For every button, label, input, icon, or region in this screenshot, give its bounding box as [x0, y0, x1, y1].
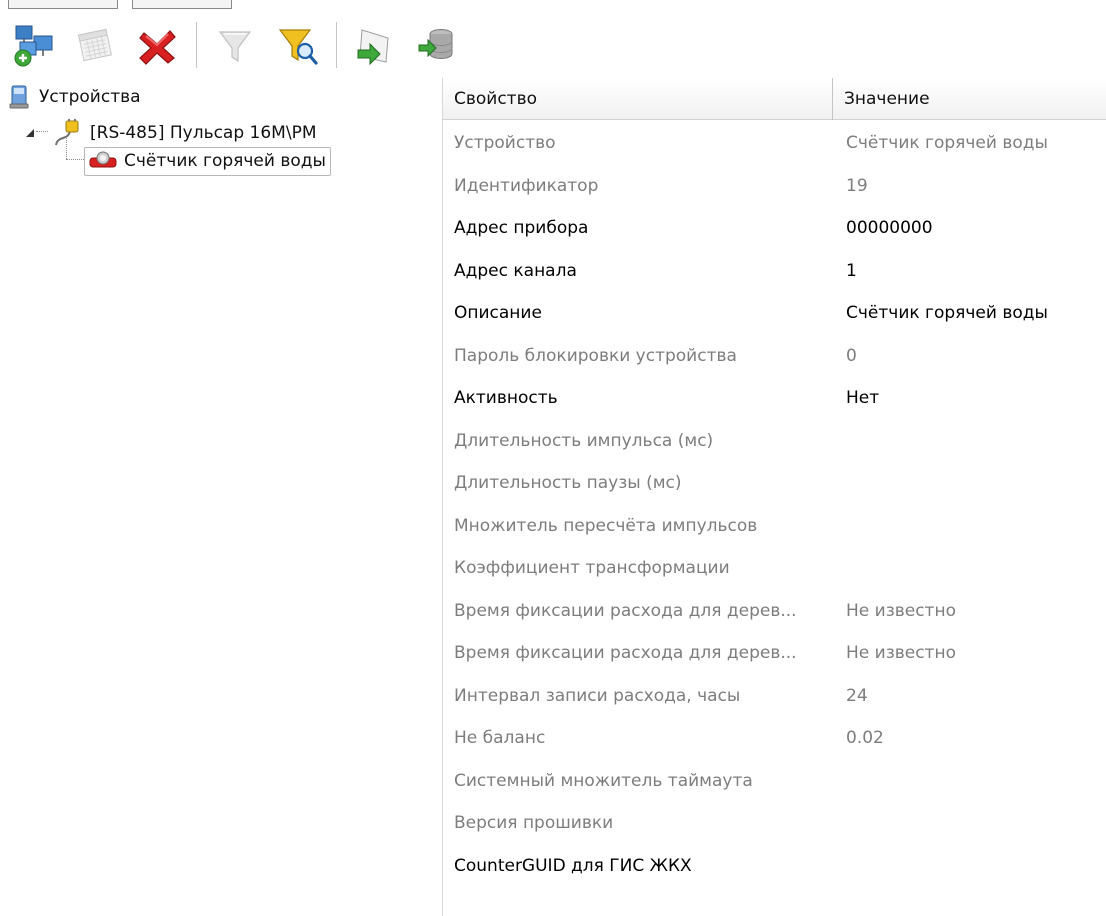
cable-plug-icon: [55, 119, 79, 146]
property-name-cell[interactable]: Активность: [443, 388, 833, 408]
column-header-value[interactable]: Значение: [833, 78, 1106, 120]
property-row[interactable]: Версия прошивки: [443, 802, 1106, 845]
property-row[interactable]: Описание Счётчик горячей воды: [443, 292, 1106, 335]
calendar-button[interactable]: [72, 20, 118, 70]
funnel-icon: [218, 31, 252, 63]
tree-node-pulsar[interactable]: [RS-485] Пульсар 16М\РМ: [24, 119, 317, 147]
property-name-cell[interactable]: Не баланс: [443, 728, 833, 748]
property-row[interactable]: Пароль блокировки устройства 0: [443, 335, 1106, 378]
property-name-cell[interactable]: Интервал записи расхода, часы: [443, 686, 833, 706]
toolbar: [0, 9, 1106, 78]
export-button[interactable]: [350, 20, 396, 70]
property-row[interactable]: Длительность импульса (мс): [443, 420, 1106, 463]
property-name-cell[interactable]: Время фиксации расхода для дерев...: [443, 643, 833, 663]
property-name-cell[interactable]: Множитель пересчёта импульсов: [443, 516, 833, 536]
tree-root-label: Устройства: [39, 87, 141, 107]
property-row[interactable]: Устройство Счётчик горячей воды: [443, 122, 1106, 165]
property-name-cell[interactable]: CounterGUID для ГИС ЖКХ: [443, 856, 833, 876]
property-value-cell[interactable]: 0: [833, 346, 1106, 366]
funnel-magnifier-icon: [278, 29, 318, 65]
property-value-cell[interactable]: 00000000: [833, 218, 1106, 238]
network-add-icon: [14, 25, 53, 67]
property-row[interactable]: Идентификатор 19: [443, 165, 1106, 208]
property-row[interactable]: Время фиксации расхода для дерев... Не из…: [443, 632, 1106, 675]
property-name-cell[interactable]: Длительность импульса (мс): [443, 431, 833, 451]
property-name-cell[interactable]: Коэффициент трансформации: [443, 558, 833, 578]
device-tree: Устройства [RS-485] Пульсар 16М\РМ Счётч…: [0, 78, 442, 916]
property-value-cell[interactable]: Счётчик горячей воды: [833, 133, 1106, 153]
property-name-cell[interactable]: Пароль блокировки устройства: [443, 346, 833, 366]
property-row[interactable]: Время фиксации расхода для дерев... Не из…: [443, 590, 1106, 633]
property-row[interactable]: Не баланс 0.02: [443, 717, 1106, 760]
filter-search-button[interactable]: [274, 20, 320, 70]
calendar-icon: [78, 28, 112, 62]
property-row[interactable]: Системный множитель таймаута: [443, 760, 1106, 803]
property-grid-header: Свойство Значение: [443, 78, 1106, 120]
property-row[interactable]: Длительность паузы (мс): [443, 462, 1106, 505]
property-value-cell[interactable]: Нет: [833, 388, 1106, 408]
tree-root-node[interactable]: Устройства: [9, 84, 141, 110]
top-tab-stub[interactable]: [8, 0, 118, 9]
green-arrow-export-icon: [357, 29, 389, 66]
property-row[interactable]: Множитель пересчёта импульсов: [443, 505, 1106, 548]
property-row[interactable]: Адрес прибора 00000000: [443, 207, 1106, 250]
property-value-cell[interactable]: 24: [833, 686, 1106, 706]
collapse-triangle-icon[interactable]: [24, 127, 36, 139]
property-row[interactable]: Адрес канала 1: [443, 250, 1106, 293]
property-value-cell[interactable]: 0.02: [833, 728, 1106, 748]
property-row[interactable]: Коэффициент трансформации: [443, 547, 1106, 590]
red-x-icon: [139, 30, 176, 65]
tree-connector: [66, 159, 84, 160]
tree-node-hot-water-meter-label: Счётчик горячей воды: [124, 151, 326, 171]
database-arrow-icon: [418, 29, 453, 59]
toolbar-separator: [196, 22, 197, 68]
property-name-cell[interactable]: Адрес канала: [443, 261, 833, 281]
property-value-cell[interactable]: Не известно: [833, 601, 1106, 621]
property-row[interactable]: Активность Нет: [443, 377, 1106, 420]
tree-node-hot-water-meter[interactable]: Счётчик горячей воды: [84, 147, 331, 176]
delete-button[interactable]: [134, 20, 180, 70]
add-device-button[interactable]: [10, 20, 56, 70]
property-name-cell[interactable]: Устройство: [443, 133, 833, 153]
water-meter-icon: [89, 151, 117, 168]
computer-devices-icon: [9, 85, 29, 109]
property-value-cell[interactable]: 19: [833, 176, 1106, 196]
property-value-cell[interactable]: 1: [833, 261, 1106, 281]
column-header-property[interactable]: Свойство: [443, 78, 833, 120]
property-value-cell[interactable]: Счётчик горячей воды: [833, 303, 1106, 323]
property-name-cell[interactable]: Описание: [443, 303, 833, 323]
database-import-button[interactable]: [414, 20, 460, 70]
property-name-cell[interactable]: Системный множитель таймаута: [443, 771, 833, 791]
property-name-cell[interactable]: Время фиксации расхода для дерев...: [443, 601, 833, 621]
property-name-cell[interactable]: Адрес прибора: [443, 218, 833, 238]
toolbar-separator: [336, 22, 337, 68]
property-name-cell[interactable]: Версия прошивки: [443, 813, 833, 833]
tree-node-pulsar-label: [RS-485] Пульсар 16М\РМ: [90, 123, 317, 143]
property-value-cell[interactable]: Не известно: [833, 643, 1106, 663]
top-tab-stub[interactable]: [132, 0, 232, 9]
filter-button[interactable]: [212, 20, 258, 70]
property-grid-rows: Устройство Счётчик горячей воды Идентифика…: [443, 122, 1106, 887]
property-row[interactable]: Интервал записи расхода, часы 24: [443, 675, 1106, 718]
property-name-cell[interactable]: Длительность паузы (мс): [443, 473, 833, 493]
property-name-cell[interactable]: Идентификатор: [443, 176, 833, 196]
property-row[interactable]: CounterGUID для ГИС ЖКХ: [443, 845, 1106, 888]
property-grid: Свойство Значение Устройство Счётчик горя…: [442, 78, 1106, 916]
